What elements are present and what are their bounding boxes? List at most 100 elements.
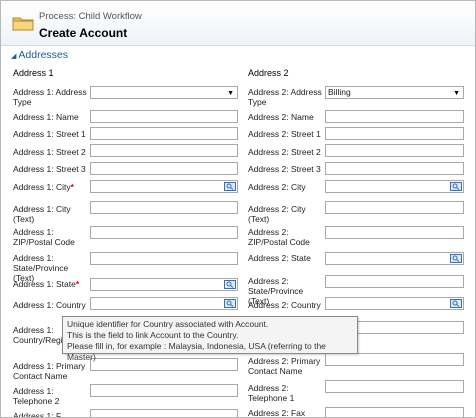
section-toggle-addresses[interactable]: ◢ Addresses (11, 49, 68, 61)
address-1-primary-contact-name-label-text: Address 1: Primary Contact Name (13, 361, 86, 381)
address-1-address-type-label: Address 1: Address Type (13, 87, 87, 107)
address-2-fax-label: Address 2: Fax (248, 408, 322, 418)
address-2-fax-input[interactable] (325, 407, 464, 417)
lookup-icon[interactable] (224, 299, 236, 308)
address-1-primary-contact-name-label: Address 1: Primary Contact Name (13, 361, 87, 381)
address-2-name-input[interactable] (325, 110, 464, 123)
address-2-city-label: Address 2: City (248, 182, 322, 192)
address-1-zip-postal-code-label-text: Address 1: ZIP/Postal Code (13, 227, 75, 247)
address-1-country-regi-label-text: Address 1: Country/Regi (13, 325, 63, 345)
address-1-address-type-label-text: Address 1: Address Type (13, 87, 87, 107)
form-window: Process: Child Workflow Create Account ◢… (0, 0, 476, 418)
address-1-state-lookup[interactable] (90, 278, 238, 291)
address-1-telephone-2-input[interactable] (90, 384, 238, 397)
address-1-street-2-label-text: Address 1: Street 2 (13, 147, 86, 157)
collapse-triangle-icon: ◢ (11, 53, 17, 60)
column-header-address-1: Address 1 (13, 68, 54, 78)
address-2-state-label-text: Address 2: State (248, 253, 311, 263)
column-header-address-2: Address 2 (248, 68, 289, 78)
address-1-street-1-label: Address 1: Street 1 (13, 129, 87, 139)
lookup-icon[interactable] (450, 299, 462, 308)
address-2-address-type-select[interactable]: Billing (325, 86, 464, 99)
address-1-state-label-text: Address 1: State (13, 279, 76, 289)
lookup-icon[interactable] (224, 182, 236, 191)
address-1-name-label: Address 1: Name (13, 112, 87, 122)
lookup-icon[interactable] (224, 280, 236, 289)
address-2-state-province-text-input[interactable] (325, 275, 464, 288)
address-2-street-3-label: Address 2: Street 3 (248, 164, 322, 174)
address-1-country-lookup[interactable] (90, 297, 238, 310)
address-2-name-label-text: Address 2: Name (248, 112, 314, 122)
address-2-zip-postal-code-input[interactable] (325, 226, 464, 239)
address-1-street-3-input[interactable] (90, 162, 238, 175)
address-1-state-province-text-input[interactable] (90, 252, 238, 265)
address-1-street-3-label: Address 1: Street 3 (13, 164, 87, 174)
address-1-f-label: Address 1: F (13, 411, 87, 418)
address-1-street-1-input[interactable] (90, 127, 238, 140)
address-1-f-label-text: Address 1: F (13, 411, 62, 418)
address-2-street-1-input[interactable] (325, 127, 464, 140)
process-label: Process: Child Workflow (39, 11, 142, 22)
address-1-street-3-label-text: Address 1: Street 3 (13, 164, 86, 174)
address-1-street-1-label-text: Address 1: Street 1 (13, 129, 86, 139)
address-2-city-text-input[interactable] (325, 201, 464, 214)
address-2-state-lookup[interactable] (325, 252, 464, 265)
address-2-country-lookup[interactable] (325, 297, 464, 310)
address-2-telephone-1-label-text: Address 2: Telephone 1 (248, 383, 295, 403)
country-field-tooltip: Unique identifier for Country associated… (62, 316, 358, 362)
address-2-address-type-label-text: Address 2: Address Type (248, 87, 322, 107)
address-1-country-label-text: Address 1: Country (13, 300, 86, 310)
required-marker-icon: * (70, 182, 74, 192)
address-2-street-3-input[interactable] (325, 162, 464, 175)
address-2-street-2-input[interactable] (325, 144, 464, 157)
address-1-telephone-2-label: Address 1: Telephone 2 (13, 386, 87, 406)
address-1-city-text-input[interactable] (90, 201, 238, 214)
address-2-state-label: Address 2: State (248, 253, 322, 263)
address-2-zip-postal-code-label-text: Address 2: ZIP/Postal Code (248, 227, 310, 247)
address-2-fax-label-text: Address 2: Fax (248, 408, 306, 418)
address-2-telephone-1-input[interactable] (325, 380, 464, 393)
address-2-city-lookup[interactable] (325, 180, 464, 193)
address-1-zip-postal-code-label: Address 1: ZIP/Postal Code (13, 227, 87, 247)
address-1-city-text-label: Address 1: City (Text) (13, 204, 87, 224)
page-title: Create Account (39, 26, 128, 40)
address-2-street-1-label-text: Address 2: Street 1 (248, 129, 321, 139)
address-2-name-label: Address 2: Name (248, 112, 322, 122)
address-1-street-2-label: Address 1: Street 2 (13, 147, 87, 157)
address-2-address-type-value: Billing (328, 87, 351, 97)
address-2-city-text-label-text: Address 2: City (Text) (248, 204, 306, 224)
address-2-address-type-label: Address 2: Address Type (248, 87, 322, 107)
address-1-state-label: Address 1: State* (13, 279, 87, 289)
address-2-city-text-label: Address 2: City (Text) (248, 204, 322, 224)
address-2-telephone-1-label: Address 2: Telephone 1 (248, 383, 322, 403)
folder-icon (12, 17, 34, 31)
address-1-name-label-text: Address 1: Name (13, 112, 79, 122)
address-2-street-3-label-text: Address 2: Street 3 (248, 164, 321, 174)
section-title: Addresses (18, 49, 68, 61)
address-1-f-input[interactable] (90, 409, 238, 417)
address-2-city-label-text: Address 2: City (248, 182, 306, 192)
address-1-city-text-label-text: Address 1: City (Text) (13, 204, 71, 224)
lookup-icon[interactable] (450, 254, 462, 263)
address-1-country-label: Address 1: Country (13, 300, 87, 310)
address-2-street-1-label: Address 2: Street 1 (248, 129, 322, 139)
address-1-city-label: Address 1: City* (13, 182, 87, 192)
address-1-street-2-input[interactable] (90, 144, 238, 157)
address-1-city-label-text: Address 1: City (13, 182, 71, 192)
address-2-country-label-text: Address 2: Country (248, 300, 321, 310)
required-marker-icon: * (75, 279, 80, 289)
address-2-street-2-label: Address 2: Street 2 (248, 147, 322, 157)
lookup-icon[interactable] (450, 182, 462, 191)
address-1-city-lookup[interactable] (90, 180, 238, 193)
tooltip-line-2: This is the field to link Account to the… (67, 330, 239, 340)
address-1-zip-postal-code-input[interactable] (90, 226, 238, 239)
address-2-country-label: Address 2: Country (248, 300, 322, 310)
address-1-address-type-select[interactable] (90, 86, 238, 99)
address-1-telephone-2-label-text: Address 1: Telephone 2 (13, 386, 60, 406)
tooltip-line-3: Please fill in, for example : Malaysia, … (67, 341, 326, 362)
form-header: Process: Child Workflow Create Account (1, 1, 475, 46)
tooltip-line-1: Unique identifier for Country associated… (67, 319, 269, 329)
address-1-name-input[interactable] (90, 110, 238, 123)
address-2-zip-postal-code-label: Address 2: ZIP/Postal Code (248, 227, 322, 247)
address-2-street-2-label-text: Address 2: Street 2 (248, 147, 321, 157)
